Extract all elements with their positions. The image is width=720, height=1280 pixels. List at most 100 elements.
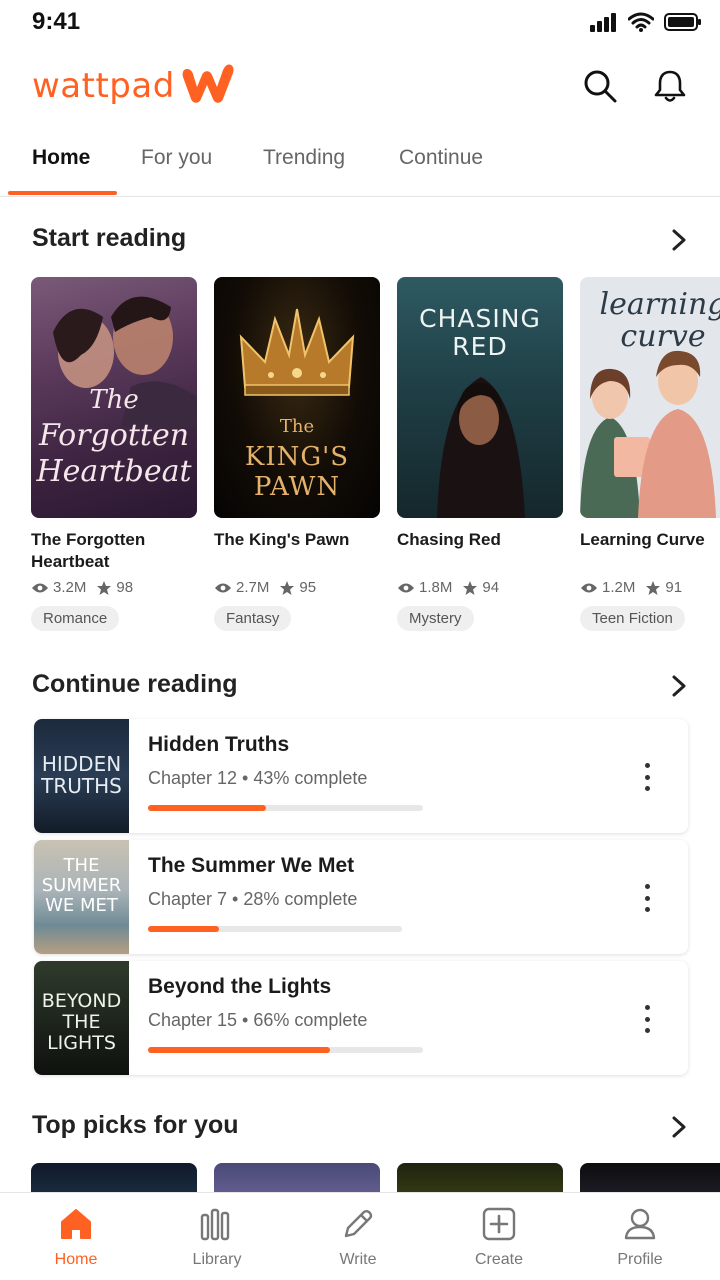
votes-stat: 94 — [462, 579, 499, 596]
thumb-word: THE — [63, 855, 100, 876]
genre-chip[interactable]: Fantasy — [214, 606, 292, 631]
votes-count: 98 — [116, 579, 134, 596]
more-options-icon[interactable] — [632, 759, 662, 795]
progress-bar — [148, 805, 423, 811]
book-card[interactable]: The Forgotten Heartbeat The Forgotten He… — [31, 277, 197, 631]
reading-progress-text: Chapter 7 • 28% complete — [148, 889, 358, 909]
eye-icon — [581, 583, 597, 592]
book-title[interactable]: The Summer We Met — [148, 854, 354, 878]
reading-progress-text: Chapter 15 • 66% complete — [148, 1010, 368, 1030]
more-options-icon[interactable] — [632, 1001, 662, 1037]
search-icon[interactable] — [582, 68, 618, 104]
book-title[interactable]: The Forgotten Heartbeat — [31, 529, 197, 573]
nav-label: Profile — [617, 1251, 663, 1268]
continue-reading-item[interactable]: THE SUMMER WE MET The Summer We Met Chap… — [34, 840, 688, 954]
nav-create[interactable]: Create — [444, 1205, 554, 1269]
book-cover[interactable]: learning curve — [580, 277, 720, 518]
cover-title: CHASING RED — [397, 305, 563, 361]
reads-count: 3.2M — [53, 579, 87, 596]
book-stats: 3.2M 98 — [31, 579, 197, 596]
book-cover[interactable]: CHASING RED — [397, 277, 563, 518]
tab-home[interactable]: Home — [32, 146, 90, 170]
tab-trending[interactable]: Trending — [263, 146, 345, 170]
nav-label: Home — [54, 1251, 98, 1268]
book-card[interactable]: The KING'S PAWN The King's Pawn 2.7M 95 … — [214, 277, 380, 631]
book-stats: 1.8M 94 — [397, 579, 563, 596]
book-card[interactable]: CHASING RED Chasing Red 1.8M 94 Mystery — [397, 277, 563, 631]
wifi-icon — [628, 12, 654, 32]
book-thumbnail[interactable]: HIDDEN TRUTHS — [34, 719, 129, 833]
star-icon — [280, 580, 295, 595]
thumb-word: HIDDEN — [41, 752, 122, 776]
wattpad-logo[interactable]: wattpad — [32, 64, 239, 106]
nav-profile[interactable]: Profile — [585, 1205, 695, 1269]
reads-count: 1.2M — [602, 579, 636, 596]
genre-chip[interactable]: Teen Fiction — [580, 606, 685, 631]
book-cover[interactable]: The Forgotten Heartbeat — [31, 277, 197, 518]
book-thumbnail[interactable]: BEYOND THE LIGHTS — [34, 961, 129, 1075]
thumb-title: HIDDEN TRUTHS — [34, 753, 129, 797]
genre-chip[interactable]: Mystery — [397, 606, 474, 631]
thumb-title: THE SUMMER WE MET — [34, 856, 129, 916]
continue-reading-item[interactable]: HIDDEN TRUTHS Hidden Truths Chapter 12 •… — [34, 719, 688, 833]
bottom-nav: Home Library Write Create Profile — [0, 1192, 720, 1280]
eye-icon — [32, 583, 48, 592]
chevron-right-icon[interactable] — [668, 228, 690, 252]
top-tabs: Home For you Trending Continue — [0, 130, 720, 197]
plus-square-icon — [482, 1207, 516, 1241]
active-tab-indicator — [8, 191, 117, 195]
bell-icon[interactable] — [652, 68, 688, 104]
nav-write[interactable]: Write — [303, 1205, 413, 1269]
nav-home[interactable]: Home — [21, 1205, 131, 1269]
cover-word: curve — [620, 319, 706, 354]
reads-stat: 2.7M — [214, 579, 269, 596]
thumb-word: THE — [62, 1011, 101, 1033]
reads-stat: 1.8M — [397, 579, 452, 596]
status-bar: 9:41 — [0, 0, 720, 46]
nav-label: Library — [192, 1251, 242, 1268]
progress-fill — [148, 805, 267, 811]
tab-continue[interactable]: Continue — [399, 146, 483, 170]
book-cover[interactable]: The KING'S PAWN — [214, 277, 380, 518]
wattpad-w-icon — [182, 64, 234, 103]
book-title[interactable]: Hidden Truths — [148, 733, 289, 757]
app-header: wattpad — [0, 58, 720, 118]
votes-count: 95 — [299, 579, 317, 596]
book-title[interactable]: Learning Curve — [580, 529, 720, 573]
votes-count: 91 — [665, 579, 683, 596]
reads-stat: 3.2M — [31, 579, 86, 596]
genre-chip[interactable]: Romance — [31, 606, 120, 631]
cover-title: The KING'S PAWN — [214, 412, 380, 502]
star-icon — [646, 580, 661, 595]
thumb-title: BEYOND THE LIGHTS — [34, 991, 129, 1054]
cover-word: CHASING — [419, 304, 541, 333]
cover-word: RED — [452, 332, 508, 361]
cover-word: Heartbeat — [36, 454, 192, 489]
chevron-right-icon[interactable] — [668, 1115, 690, 1139]
cover-word: KING'S — [244, 442, 350, 472]
cover-word: Forgotten — [38, 418, 190, 453]
book-card[interactable]: learning curve Learning Curve 1.2M 91 Te… — [580, 277, 720, 631]
book-title[interactable]: Beyond the Lights — [148, 975, 331, 999]
book-title[interactable]: The King's Pawn — [214, 529, 380, 573]
star-icon — [463, 580, 478, 595]
section-title: Top picks for you — [32, 1111, 239, 1139]
reads-count: 1.8M — [419, 579, 453, 596]
book-thumbnail[interactable]: THE SUMMER WE MET — [34, 840, 129, 954]
chevron-right-icon[interactable] — [668, 674, 690, 698]
crown-icon — [239, 308, 355, 396]
votes-stat: 98 — [96, 579, 133, 596]
tab-for-you[interactable]: For you — [141, 146, 212, 170]
more-options-icon[interactable] — [632, 880, 662, 916]
thumb-word: BEYOND — [41, 990, 122, 1012]
continue-reading-header: Continue reading — [0, 666, 720, 706]
progress-bar — [148, 1047, 423, 1053]
progress-fill — [148, 1047, 330, 1053]
continue-reading-item[interactable]: BEYOND THE LIGHTS Beyond the Lights Chap… — [34, 961, 688, 1075]
eye-icon — [398, 583, 414, 592]
star-icon — [97, 580, 112, 595]
nav-library[interactable]: Library — [162, 1205, 272, 1269]
book-title[interactable]: Chasing Red — [397, 529, 563, 573]
eye-icon — [215, 583, 231, 592]
profile-icon — [624, 1208, 656, 1240]
